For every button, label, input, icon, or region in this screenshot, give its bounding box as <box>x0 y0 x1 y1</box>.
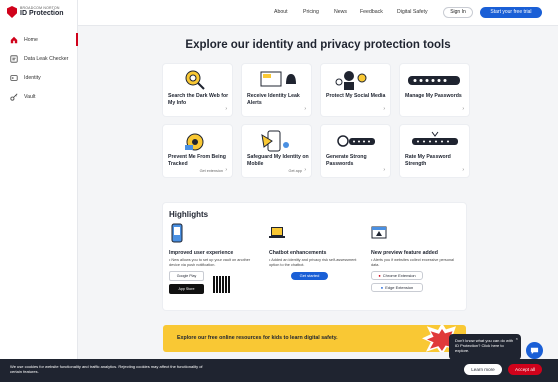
sidebar-item-label: Vault <box>24 93 36 100</box>
data-leak-icon <box>10 54 18 63</box>
page-title: Explore our identity and privacy protect… <box>185 39 451 51</box>
arrow-right-icon: › <box>383 106 385 112</box>
get-app-link[interactable]: Get app <box>288 169 302 173</box>
tool-title: Search the Dark Web for My Info <box>168 93 229 106</box>
arrow-right-icon: › <box>462 167 464 173</box>
edge-extension-button[interactable]: ● Edge Extension <box>371 283 423 292</box>
sidebar-item-label: Data Leak Checker <box>24 55 69 62</box>
browser-warning-icon <box>371 226 387 239</box>
highlight-title: New preview feature added <box>371 250 438 256</box>
tool-title: Generate Strong Passwords <box>326 154 367 167</box>
highlight-bullet: New allows you to set up your vault on a… <box>169 258 259 268</box>
get-started-button[interactable]: Get started <box>291 272 328 280</box>
nav-news[interactable]: News <box>334 9 347 15</box>
google-play-label: Google Play <box>176 274 197 278</box>
app-store-button[interactable]: App Store <box>169 284 204 294</box>
highlights-panel: Highlights Improved user experience New … <box>163 203 466 310</box>
tool-card-rate-password[interactable]: Rate My Password Strength › <box>400 125 469 177</box>
sign-in-button[interactable]: Sign In <box>443 7 473 18</box>
kids-resources-banner[interactable]: Explore our free online resources for ki… <box>163 325 466 352</box>
password-strength-icon <box>412 131 458 145</box>
highlight-ux: Improved user experience New allows you … <box>169 223 259 294</box>
free-trial-button[interactable]: Start your free trial <box>480 7 542 18</box>
kids-banner-text: Explore our free online resources for ki… <box>177 335 338 341</box>
sidebar-nav: Home Data Leak Checker Identity Vault <box>0 30 78 106</box>
sidebar-item-label: Identity <box>24 74 41 81</box>
arrow-right-icon: › <box>304 167 306 173</box>
nav-digital-safety[interactable]: Digital Safety <box>397 9 428 15</box>
sidebar-item-data-leak-checker[interactable]: Data Leak Checker <box>0 49 78 68</box>
sidebar-item-vault[interactable]: Vault <box>0 87 78 106</box>
sidebar-item-label: Home <box>24 36 38 43</box>
mobile-shield-icon <box>261 130 289 152</box>
key-icon <box>10 93 18 101</box>
cookie-banner: We use cookies for website functionality… <box>0 359 558 382</box>
home-icon <box>10 36 18 43</box>
generate-password-icon <box>337 135 375 147</box>
tool-card-mobile[interactable]: Safeguard My Identity on Mobile Get app … <box>242 125 311 177</box>
accept-all-button[interactable]: Accept all <box>508 364 542 375</box>
chat-button[interactable] <box>526 342 543 359</box>
edge-label: Edge Extension <box>385 285 414 290</box>
edge-icon: ● <box>380 285 384 290</box>
sidebar-item-identity[interactable]: Identity <box>0 68 78 87</box>
close-icon[interactable]: × <box>516 336 518 341</box>
cookie-message: We use cookies for website functionality… <box>10 364 203 374</box>
app-store-label: App Store <box>178 287 195 291</box>
tool-card-passwords[interactable]: Manage My Passwords › <box>400 64 469 116</box>
social-media-icon <box>335 71 367 90</box>
brand-logo[interactable]: BROADCOM NORTON ID Protection <box>7 6 64 18</box>
highlight-bullet: Alerts you if websites collect excessive… <box>371 258 459 268</box>
id-card-icon <box>10 74 18 81</box>
highlights-title: Highlights <box>169 210 209 219</box>
chatbot-laptop-icon <box>269 227 285 238</box>
chat-tooltip: Don't know what you can do with ID Prote… <box>449 334 521 360</box>
nav-about[interactable]: About <box>274 9 288 15</box>
sidebar: BROADCOM NORTON ID Protection Home Data … <box>0 0 78 382</box>
tool-title: Safeguard My Identity on Mobile <box>247 154 309 167</box>
tool-card-leak-alerts[interactable]: Receive Identity Leak Alerts › <box>242 64 311 116</box>
brand-name: ID Protection <box>20 10 64 18</box>
learn-more-button[interactable]: Learn more <box>464 364 502 375</box>
chrome-icon: ● <box>378 273 381 278</box>
get-extension-link[interactable]: Get extension <box>200 169 223 173</box>
password-field-icon <box>408 76 460 85</box>
arrow-right-icon: › <box>383 167 385 173</box>
arrow-right-icon: › <box>225 167 227 173</box>
highlight-chatbot: Chatbot enhancements Added an identity a… <box>269 223 357 280</box>
top-bar: About Pricing News Feedback Digital Safe… <box>78 0 558 26</box>
tool-card-generate-passwords[interactable]: Generate Strong Passwords › <box>321 125 390 177</box>
tool-title: Receive Identity Leak Alerts <box>247 93 300 106</box>
highlight-bullet: Added an identity and privacy risk self-… <box>269 258 357 268</box>
tool-card-tracking[interactable]: Prevent Me From Being Tracked Get extens… <box>163 125 232 177</box>
alert-bell-icon <box>260 71 296 87</box>
tool-card-social-media[interactable]: Protect My Social Media › <box>321 64 390 116</box>
shield-logo-icon <box>7 6 17 18</box>
tool-title: Manage My Passwords <box>405 93 462 99</box>
chat-bubble-icon <box>530 347 539 355</box>
dark-web-search-icon <box>185 70 205 90</box>
tool-title: Protect My Social Media <box>326 93 386 99</box>
tool-title: Rate My Password Strength <box>405 154 451 167</box>
chat-tooltip-text: Don't know what you can do with ID Prote… <box>455 338 514 353</box>
phone-notification-icon <box>171 223 183 243</box>
nav-pricing[interactable]: Pricing <box>303 9 319 15</box>
nav-feedback[interactable]: Feedback <box>360 9 383 15</box>
arrow-right-icon: › <box>304 106 306 112</box>
highlight-title: Improved user experience <box>169 250 234 256</box>
chrome-label: Chrome Extension <box>382 273 416 278</box>
tool-title: Prevent Me From Being Tracked <box>168 154 226 167</box>
arrow-right-icon: › <box>225 106 227 112</box>
highlight-preview: New preview feature added Alerts you if … <box>371 223 459 292</box>
google-play-button[interactable]: Google Play <box>169 271 204 281</box>
arrow-right-icon: › <box>462 106 464 112</box>
tool-card-dark-web[interactable]: Search the Dark Web for My Info › <box>163 64 232 116</box>
chrome-extension-button[interactable]: ● Chrome Extension <box>371 271 423 280</box>
tracker-block-icon <box>185 133 204 151</box>
qr-code <box>213 276 230 293</box>
sidebar-item-home[interactable]: Home <box>0 30 78 49</box>
highlight-title: Chatbot enhancements <box>269 250 327 256</box>
